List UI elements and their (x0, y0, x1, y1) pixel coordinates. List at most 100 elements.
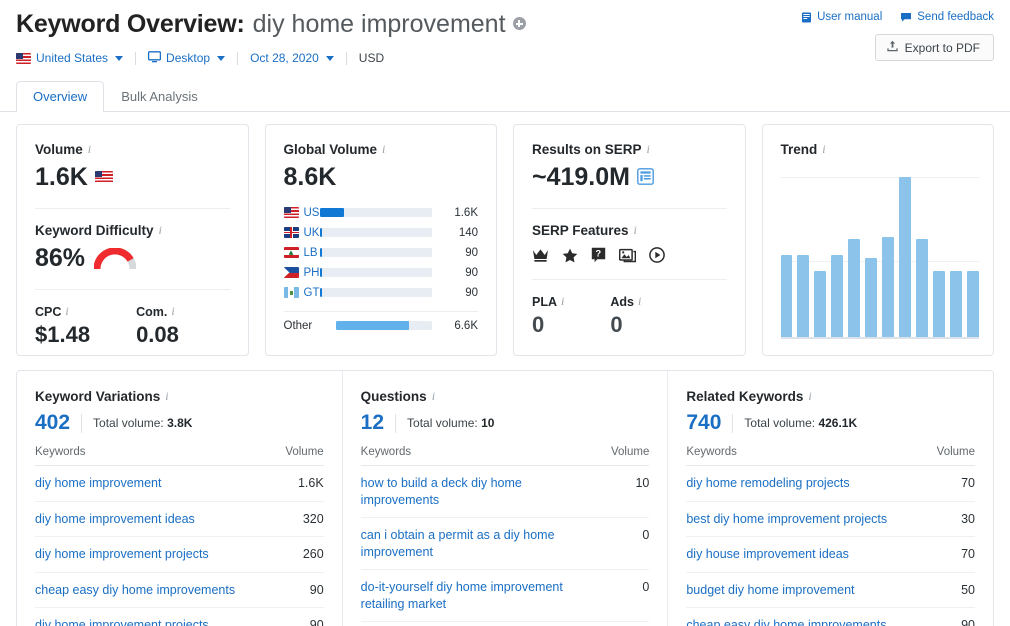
send-feedback-link[interactable]: Send feedback (900, 11, 994, 23)
chart-bar[interactable] (797, 254, 810, 339)
table-row[interactable]: do-it-yourself diy home improvement reta… (360, 569, 650, 622)
chart-bar[interactable] (899, 177, 912, 339)
add-circle-icon[interactable] (512, 17, 526, 30)
country-volume: 90 (465, 286, 478, 299)
table-row[interactable]: diy home improvement projects pinterest9… (35, 607, 324, 626)
table-row[interactable]: diy home improvement projects 260 (35, 536, 324, 573)
keyword-cell[interactable]: diy home remodeling projects (686, 465, 914, 502)
keyword-cell[interactable]: how to build a deck diy home improvement… (360, 465, 588, 518)
table-row[interactable]: diy home improvement 1.6K (35, 465, 324, 502)
info-icon[interactable]: i (88, 142, 91, 157)
keyword-cell[interactable]: do-it-yourself diy home improvement reta… (360, 569, 588, 622)
keyword-cell[interactable]: diy home improvement (35, 465, 262, 502)
table-row[interactable]: budget diy home improvement 50 (686, 572, 976, 608)
info-icon[interactable]: i (647, 142, 650, 157)
info-icon[interactable]: i (382, 142, 385, 157)
info-icon[interactable]: i (65, 304, 68, 319)
chart-bar[interactable] (848, 238, 861, 339)
global-volume-card: Global Volume i 8.6K US 1.6K UK 140 LB 9… (264, 124, 497, 356)
video-play-icon[interactable] (649, 247, 665, 263)
related-keywords-count[interactable]: 740 (686, 411, 721, 435)
difficulty-gauge-icon (93, 246, 137, 270)
user-manual-link[interactable]: User manual (801, 11, 882, 23)
column-header-keywords[interactable]: Keywords (35, 446, 262, 466)
column-header-keywords[interactable]: Keywords (686, 446, 914, 466)
info-icon[interactable]: i (561, 294, 564, 309)
cpc-label-row: CPC i (35, 304, 90, 319)
table-row[interactable]: cheap easy diy home improvements 90 (35, 572, 324, 608)
table-row[interactable]: diy home improvement ideas 320 (35, 501, 324, 537)
com-label: Com. (136, 304, 168, 319)
questions-stats: 12 Total volume: 10 (361, 411, 650, 435)
com-value: 0.08 (136, 322, 179, 347)
info-icon[interactable]: i (171, 304, 174, 319)
table-row[interactable]: diy house improvement ideas 70 (686, 536, 976, 573)
info-icon[interactable]: i (638, 294, 641, 309)
keyword-cell[interactable]: budget diy home improvement (686, 572, 914, 608)
crown-icon[interactable] (532, 248, 549, 263)
keyword-cell[interactable]: cheap easy diy home improvements (686, 607, 914, 626)
global-volume-row[interactable]: US 1.6K (283, 203, 478, 222)
chart-bar[interactable] (831, 254, 844, 339)
chart-bar[interactable] (865, 258, 878, 339)
chart-bars (780, 177, 980, 339)
info-icon[interactable]: i (165, 389, 168, 404)
filter-country[interactable]: United States (16, 51, 135, 65)
filter-date[interactable]: Oct 28, 2020 (250, 51, 346, 65)
keyword-variations-count[interactable]: 402 (35, 411, 70, 435)
global-volume-row-other: Other 6.6K (283, 311, 478, 332)
image-pack-icon[interactable] (619, 248, 636, 263)
table-row[interactable]: how many people buy diy home improvement… (360, 621, 650, 626)
info-icon[interactable]: i (822, 142, 825, 157)
keyword-difficulty-value: 86% (35, 244, 86, 272)
keyword-cell[interactable]: how many people buy diy home improvement… (360, 621, 588, 626)
global-volume-row[interactable]: LB 90 (283, 243, 478, 262)
chart-bar[interactable] (966, 270, 979, 339)
tab-bulk-analysis[interactable]: Bulk Analysis (104, 81, 215, 112)
column-header-volume[interactable]: Volume (261, 446, 324, 466)
column-header-keywords[interactable]: Keywords (360, 446, 588, 466)
filter-device[interactable]: Desktop (147, 50, 237, 66)
related-keywords-column: Related Keywords i 740 Total volume: 426… (667, 371, 993, 626)
chart-bar[interactable] (950, 270, 962, 339)
info-icon[interactable]: i (432, 389, 435, 404)
com-label-row: Com. i (136, 304, 179, 319)
chart-bar[interactable] (882, 236, 895, 339)
table-row[interactable]: can i obtain a permit as a diy home impr… (360, 517, 650, 570)
keyword-cell[interactable]: diy home improvement ideas (35, 501, 262, 537)
global-volume-row[interactable]: GT 90 (283, 283, 478, 302)
chart-bar[interactable] (933, 270, 946, 339)
tab-overview[interactable]: Overview (16, 81, 105, 112)
table-row[interactable]: how to build a deck diy home improvement… (360, 465, 650, 518)
keyword-cell[interactable]: best diy home improvement projects (686, 501, 914, 537)
keyword-variations-column: Keyword Variations i 402 Total volume: 3… (17, 371, 342, 626)
global-volume-row[interactable]: UK 140 (283, 223, 478, 242)
table-row[interactable]: best diy home improvement projects 30 (686, 501, 976, 537)
question-bubble-icon[interactable]: ? (591, 247, 606, 263)
global-volume-row[interactable]: PH 90 (283, 263, 478, 282)
keyword-variations-stats: 402 Total volume: 3.8K (35, 411, 324, 435)
info-icon[interactable]: i (159, 223, 162, 238)
column-header-volume[interactable]: Volume (913, 446, 976, 466)
chart-bar[interactable] (916, 238, 929, 339)
info-icon[interactable]: i (634, 223, 637, 238)
chart-bar[interactable] (780, 254, 793, 339)
volume-bar-fill (319, 228, 322, 237)
keyword-cell[interactable]: can i obtain a permit as a diy home impr… (360, 517, 588, 570)
column-header-volume[interactable]: Volume (587, 446, 650, 466)
questions-count[interactable]: 12 (361, 411, 384, 435)
star-icon[interactable] (562, 248, 578, 263)
info-icon[interactable]: i (808, 389, 811, 404)
questions-label: Questions (360, 389, 427, 404)
chart-bar[interactable] (814, 270, 827, 339)
table-row[interactable]: diy home remodeling projects 70 (686, 465, 976, 502)
export-to-pdf-button[interactable]: Export to PDF (874, 34, 994, 61)
table-row[interactable]: cheap easy diy home improvements 90 (686, 607, 976, 626)
keyword-cell[interactable]: diy house improvement ideas (686, 536, 914, 573)
keyword-overview-page: Keyword Overview: diy home improvement U… (0, 0, 1010, 626)
keyword-cell[interactable]: diy home improvement projects pinterest (35, 607, 262, 626)
keyword-cell[interactable]: cheap easy diy home improvements (35, 572, 262, 608)
serp-preview-icon[interactable] (637, 163, 654, 192)
keyword-variations-label: Keyword Variations (35, 389, 161, 404)
keyword-cell[interactable]: diy home improvement projects (35, 536, 262, 573)
